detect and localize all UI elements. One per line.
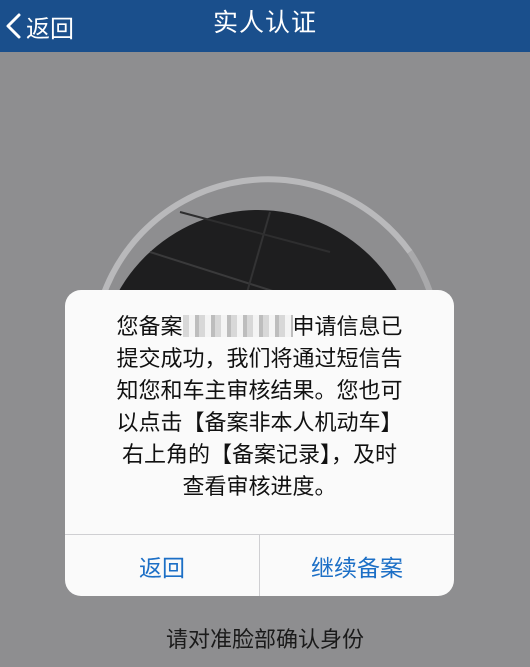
- msg-line6: 查看审核进度。: [182, 475, 337, 500]
- dialog-message: 您备案 申请信息已 提交成功，我们将通过短信告 知您和车主审核结果。您也可 以点击…: [87, 312, 432, 504]
- face-hint-text: 请对准脸部确认身份: [165, 628, 364, 653]
- msg-line5: 右上角的【备案记录】，及时: [121, 443, 397, 468]
- msg-line4: 以点击【备案非本人机动车】: [116, 411, 403, 436]
- masked-plate: [182, 315, 293, 337]
- dialog-back-button[interactable]: 返回: [65, 535, 260, 596]
- msg-line1-head: 您备案: [116, 315, 183, 340]
- alert-dialog: 您备案 申请信息已 提交成功，我们将通过短信告 知您和车主审核结果。您也可 以点击…: [65, 290, 454, 596]
- msg-line2: 提交成功，我们将通过短信告: [116, 347, 403, 372]
- nav-bar: 返回 实人认证: [0, 0, 530, 52]
- continue-filing-button[interactable]: 继续备案: [260, 535, 454, 596]
- msg-line1-tail: 申请信息已: [292, 315, 403, 340]
- page-title: 实人认证: [212, 8, 317, 37]
- msg-line3: 知您和车主审核结果。您也可: [116, 379, 403, 404]
- dialog-button-row: 返回 继续备案: [65, 534, 454, 596]
